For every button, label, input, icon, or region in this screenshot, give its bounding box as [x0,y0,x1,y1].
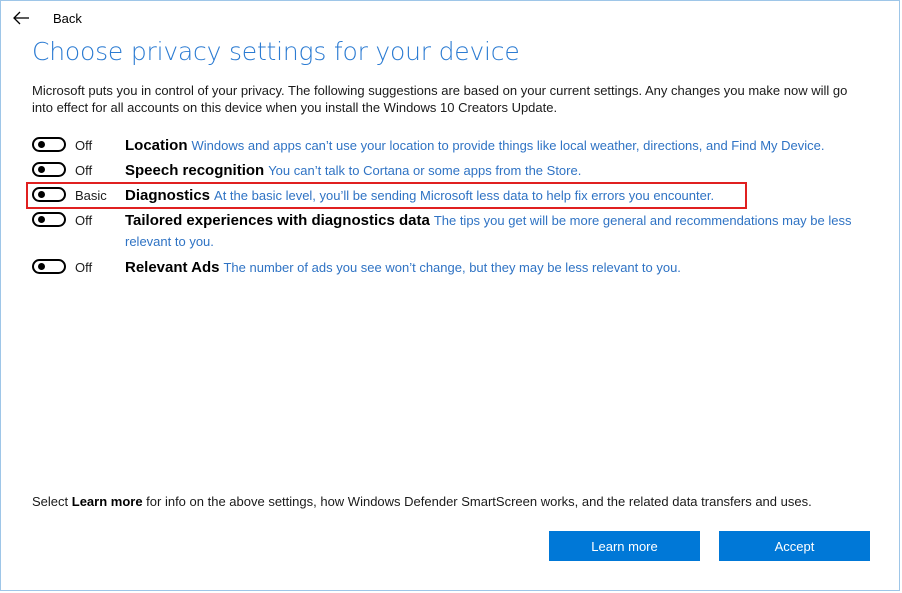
location-description: Windows and apps can’t use your location… [191,138,825,153]
tailored-experiences-state: Off [75,213,93,228]
speech-recognition-description: You can’t talk to Cortana or some apps f… [268,163,582,178]
toggle-knob [38,216,45,223]
footer-text: Select Learn more for info on the above … [32,494,812,509]
diagnostics-title: Diagnostics [125,187,211,204]
relevant-ads-toggle[interactable] [32,259,66,274]
accept-button[interactable]: Accept [719,531,870,561]
speech-recognition-toggle[interactable] [32,162,66,177]
relevant-ads-text: Relevant Ads The number of ads you see wo… [125,257,860,278]
diagnostics-toggle[interactable] [32,187,66,202]
toggle-knob [38,263,45,270]
speech-recognition-title: Speech recognition [125,162,265,179]
location-text: Location Windows and apps can’t use your … [125,135,860,156]
relevant-ads-description: The number of ads you see won’t change, … [223,260,681,275]
tailored-experiences-title: Tailored experiences with diagnostics da… [125,212,430,229]
arrow-left-icon [11,8,31,28]
toggle-knob [38,166,45,173]
setting-tailored-experiences: Off Tailored experiences with diagnostic… [32,210,862,254]
setting-location: Off Location Windows and apps can’t use y… [32,135,862,157]
footer-learn-more-emphasis: Learn more [71,494,143,509]
setting-speech-recognition: Off Speech recognition You can’t talk to … [32,160,862,182]
location-toggle[interactable] [32,137,66,152]
tailored-experiences-text: Tailored experiences with diagnostics da… [125,210,860,252]
toggle-knob [38,141,45,148]
relevant-ads-state: Off [75,260,93,275]
setup-window: Back Choose privacy settings for your de… [0,0,900,591]
setting-diagnostics: Basic Diagnostics At the basic level, you… [32,185,862,207]
toggle-knob [38,191,45,198]
intro-text: Microsoft puts you in control of your pr… [32,83,848,115]
location-state: Off [75,138,93,153]
diagnostics-description: At the basic level, you’ll be sending Mi… [214,188,715,203]
speech-recognition-text: Speech recognition You can’t talk to Cort… [125,160,860,181]
page-title: Choose privacy settings for your device [32,37,520,66]
footer-suffix: for info on the above settings, how Wind… [142,494,812,509]
setting-relevant-ads: Off Relevant Ads The number of ads you se… [32,257,862,279]
diagnostics-state: Basic [75,188,107,203]
location-title: Location [125,137,188,154]
diagnostics-text: Diagnostics At the basic level, you’ll be… [125,185,860,206]
relevant-ads-title: Relevant Ads [125,259,220,276]
learn-more-button[interactable]: Learn more [549,531,700,561]
tailored-experiences-toggle[interactable] [32,212,66,227]
back-label: Back [53,10,82,26]
footer-prefix: Select [32,494,72,509]
back-button[interactable]: Back [11,7,82,29]
speech-recognition-state: Off [75,163,93,178]
